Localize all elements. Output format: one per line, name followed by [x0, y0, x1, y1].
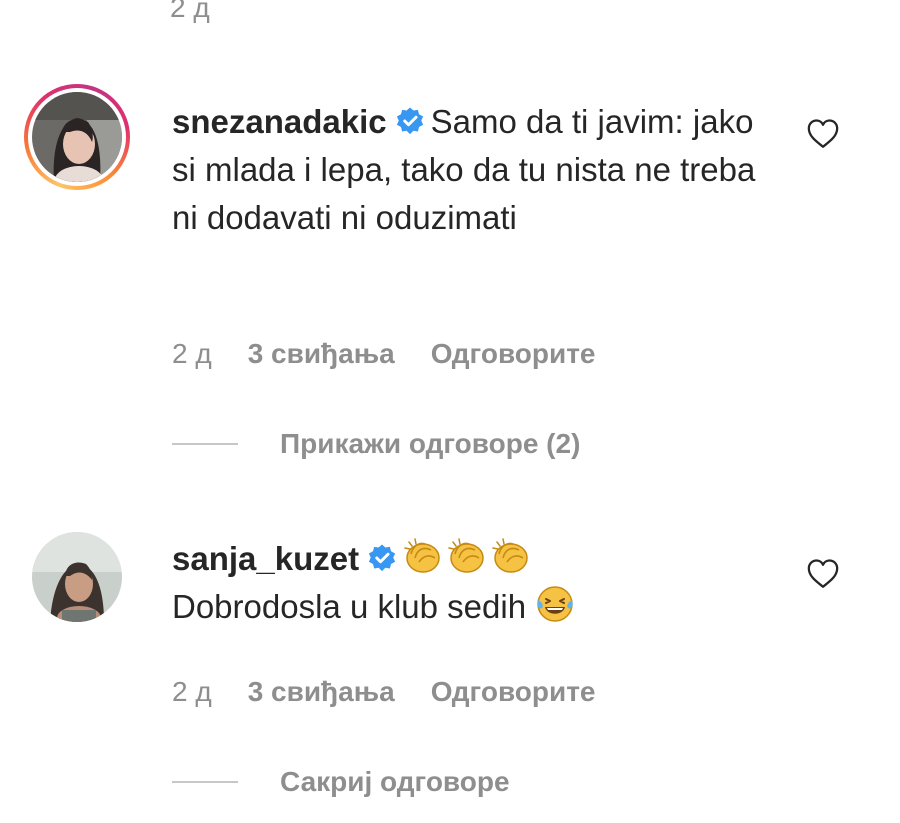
hide-replies-button[interactable]: Сакриј одговоре — [172, 766, 510, 798]
comment-body: sanja_kuzet Dobrodosla u klub sedih — [172, 535, 772, 631]
likes-count[interactable]: 3 свиђања — [248, 676, 395, 707]
heart-icon[interactable] — [806, 118, 840, 150]
avatar[interactable] — [32, 532, 122, 622]
likes-count[interactable]: 3 свиђања — [248, 338, 395, 369]
clapping-hands-icon — [403, 536, 443, 576]
replies-toggle-label: Прикажи одговоре (2) — [280, 428, 581, 459]
comments-panel: 2 д snezanadakic Samo da ti javim: jako … — [0, 0, 900, 823]
laughing-tears-icon — [535, 584, 575, 624]
clapping-hands-icon — [447, 536, 487, 576]
story-ring[interactable] — [24, 84, 130, 190]
replies-divider — [172, 443, 238, 445]
reply-button[interactable]: Одговорите — [431, 338, 596, 369]
replies-divider — [172, 781, 238, 783]
comment-time: 2 д — [172, 676, 212, 707]
reply-button[interactable]: Одговорите — [431, 676, 596, 707]
verified-badge-icon — [367, 538, 397, 572]
heart-icon[interactable] — [806, 558, 840, 590]
avatar — [32, 92, 122, 182]
view-replies-button[interactable]: Прикажи одговоре (2) — [172, 428, 580, 460]
comment-meta: 2 д 3 свиђања Одговорите — [172, 338, 632, 370]
verified-badge-icon — [395, 101, 425, 135]
previous-comment-time: 2 д — [170, 0, 210, 23]
comment-time: 2 д — [172, 338, 212, 369]
clapping-hands-icon — [491, 536, 531, 576]
comment-body: snezanadakic Samo da ti javim: jako si m… — [172, 98, 772, 242]
comment-text: Dobrodosla u klub sedih — [172, 588, 527, 625]
comment-meta: 2 д 3 свиђања Одговорите — [172, 676, 632, 708]
replies-toggle-label: Сакриј одговоре — [280, 766, 510, 797]
username-link[interactable]: sanja_kuzet — [172, 540, 359, 577]
username-link[interactable]: snezanadakic — [172, 103, 387, 140]
